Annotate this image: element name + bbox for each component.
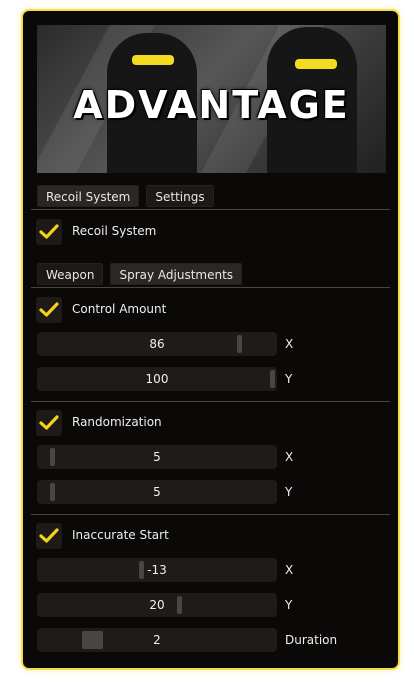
tab-weapon[interactable]: Weapon [37,263,104,285]
inaccurate-start-x-slider[interactable]: -13 [37,558,277,582]
sub-tabs: Weapon Spray Adjustments [37,263,243,285]
inaccurate-start-y-slider[interactable]: 20 [37,593,277,617]
divider [31,209,390,210]
y-axis-label: Y [285,598,293,612]
slider-value: -13 [147,563,167,577]
inaccurate-start-label: Inaccurate Start [72,528,169,542]
x-axis-label: X [285,450,294,464]
duration-label: Duration [285,633,338,647]
checkmark-icon [39,528,59,543]
checkmark-icon [39,224,59,239]
banner-image: ADVANTAGE [37,25,386,173]
control-amount-x-slider[interactable]: 86 [37,332,277,356]
checkmark-icon [39,415,59,430]
tab-recoil-system[interactable]: Recoil System [37,185,140,207]
slider-value: 20 [149,598,165,612]
randomization-label: Randomization [72,415,162,429]
control-amount-checkbox[interactable] [36,297,62,323]
banner-title: ADVANTAGE [73,83,350,127]
x-axis-label: X [285,563,294,577]
recoil-system-checkbox[interactable] [36,219,62,245]
control-amount-label: Control Amount [72,302,167,316]
x-axis-label: X [285,337,294,351]
main-tabs: Recoil System Settings [37,185,214,207]
randomization-y-slider[interactable]: 5 [37,480,277,504]
cheat-menu-window: ADVANTAGE Recoil System Settings Recoil … [21,9,400,670]
slider-value: 5 [153,450,161,464]
control-amount-y-slider[interactable]: 100 [37,367,277,391]
y-axis-label: Y [285,372,293,386]
slider-value: 100 [145,372,169,386]
slider-value: 5 [153,485,161,499]
inaccurate-start-checkbox[interactable] [36,523,62,549]
divider [31,514,390,515]
checkmark-icon [39,302,59,317]
tab-settings[interactable]: Settings [146,185,214,207]
slider-value: 2 [153,633,161,647]
tab-spray-adjustments[interactable]: Spray Adjustments [110,263,243,285]
inaccurate-start-duration-slider[interactable]: 2 [37,628,277,652]
slider-value: 86 [149,337,165,351]
divider [31,287,390,288]
recoil-system-label: Recoil System [72,224,157,238]
randomization-checkbox[interactable] [36,410,62,436]
divider [31,401,390,402]
randomization-x-slider[interactable]: 5 [37,445,277,469]
y-axis-label: Y [285,485,293,499]
